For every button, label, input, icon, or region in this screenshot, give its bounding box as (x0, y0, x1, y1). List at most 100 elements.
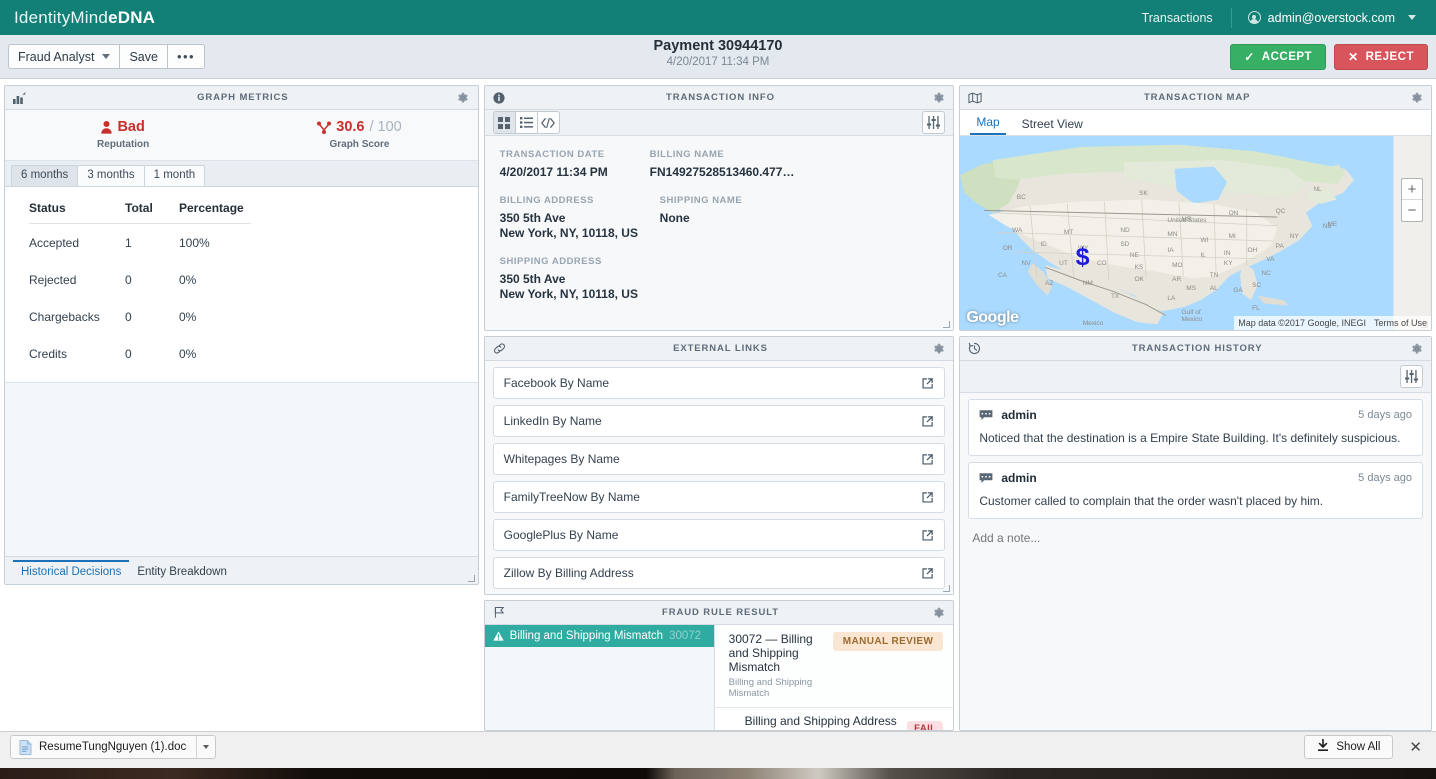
reject-button-label: REJECT (1365, 50, 1414, 63)
map-region-label: NY (1289, 233, 1299, 240)
tab-3-months[interactable]: 3 months (77, 165, 145, 186)
external-link-icon (921, 491, 934, 504)
role-selector-button[interactable]: Fraud Analyst (8, 44, 121, 69)
tab-map[interactable]: Map (970, 113, 1006, 135)
ellipsis-icon: ••• (176, 48, 196, 64)
table-row: Chargebacks 0 0% (29, 298, 251, 335)
field-value: FN14927528513460.477… (649, 165, 795, 180)
map-region-label: LA (1167, 295, 1176, 303)
cell-total: 0 (125, 347, 132, 361)
graph-score-max: / 100 (369, 119, 402, 135)
map-region-label: ON (1228, 209, 1239, 217)
cell-total: 0 (125, 273, 132, 287)
network-graph-icon (317, 121, 332, 134)
panel-title: GRAPH METRICS (197, 92, 289, 103)
external-link-familytreenow[interactable]: FamilyTreeNow By Name (492, 481, 946, 513)
show-all-downloads-button[interactable]: Show All (1304, 735, 1394, 759)
map-region-label: KY (1223, 260, 1233, 268)
external-link-googleplus[interactable]: GooglePlus By Name (492, 519, 946, 551)
map-region-label: IL (1200, 252, 1206, 260)
save-button[interactable]: Save (119, 44, 168, 69)
role-selector-label: Fraud Analyst (18, 49, 95, 64)
external-link-whitepages[interactable]: Whitepages By Name (492, 443, 946, 475)
terms-of-use-link[interactable]: Terms of Use (1369, 316, 1431, 330)
close-download-bar-button[interactable]: ✕ (1405, 738, 1426, 756)
map-region-label: AL (1209, 285, 1218, 293)
fraud-subrule-row: Billing and Shipping Address Match FAIL (715, 708, 954, 730)
external-link-icon (921, 567, 934, 580)
show-all-label: Show All (1336, 741, 1381, 753)
cell-status: Accepted (29, 236, 80, 250)
map-region-label: QC (1275, 207, 1286, 215)
cell-total: 0 (125, 310, 132, 324)
google-logo: Google (966, 309, 1019, 326)
comment-icon (979, 409, 993, 421)
table-header-row: Status Total Percentage (29, 201, 251, 224)
tab-historical-decisions[interactable]: Historical Decisions (13, 560, 130, 584)
gear-icon[interactable] (932, 91, 945, 104)
gear-icon[interactable] (932, 342, 945, 355)
tab-street-view[interactable]: Street View (1016, 115, 1089, 135)
grid-view-button[interactable] (492, 111, 516, 135)
field-label: TRANSACTION DATE (499, 149, 605, 161)
map-region-label: MI (1228, 233, 1236, 240)
nav-link-transactions[interactable]: Transactions (1124, 11, 1231, 25)
fraud-rule-list-item-label: Billing and Shipping Mismatch (509, 630, 664, 642)
external-link-linkedin[interactable]: LinkedIn By Name (492, 405, 946, 437)
reject-button[interactable]: ✕ REJECT (1334, 43, 1428, 70)
filter-settings-button[interactable] (1400, 365, 1423, 388)
external-link-facebook[interactable]: Facebook By Name (492, 367, 946, 399)
cell-percentage: 0% (179, 310, 197, 324)
zoom-in-button[interactable]: + (1402, 179, 1422, 200)
tab-6-months[interactable]: 6 months (11, 165, 79, 186)
gear-icon[interactable] (1410, 91, 1423, 104)
user-avatar-icon (1247, 11, 1261, 24)
graph-score-label: Graph Score (329, 139, 390, 150)
zoom-out-button[interactable]: − (1402, 200, 1422, 221)
user-email-label: admin@overstock.com (1267, 10, 1395, 25)
comment-icon (979, 472, 993, 484)
more-options-button[interactable]: ••• (166, 44, 206, 69)
download-item[interactable]: ResumeTungNguyen (1).doc (10, 735, 217, 759)
transaction-map-panel: TRANSACTION MAP Map Street View $ + − Go… (959, 85, 1432, 331)
list-view-button[interactable] (514, 111, 538, 135)
external-links-panel: EXTERNAL LINKS Facebook By Name LinkedIn… (483, 336, 955, 595)
accept-button[interactable]: ✓ ACCEPT (1230, 43, 1327, 70)
map-region-label: NC (1261, 269, 1271, 277)
fraud-rule-subtitle: Billing and Shipping Mismatch (728, 677, 813, 699)
filter-settings-button[interactable] (922, 111, 946, 135)
table-row: Rejected 0 0% (29, 261, 251, 298)
gear-icon[interactable] (1410, 342, 1423, 355)
reputation-metric: Bad Reputation (5, 119, 241, 150)
add-note-input[interactable] (968, 525, 1423, 552)
user-menu[interactable]: admin@overstock.com (1232, 11, 1422, 25)
info-icon (493, 91, 509, 104)
map-region-label: Gulf of (1181, 308, 1201, 316)
gear-icon[interactable] (457, 91, 470, 104)
chevron-down-icon (1408, 15, 1416, 20)
cell-status: Rejected (29, 273, 77, 287)
download-file-name: ResumeTungNguyen (1).doc (39, 741, 187, 753)
fraud-rule-list-item-code: 30072 (669, 630, 702, 642)
cell-percentage: 0% (179, 347, 197, 361)
tab-1-month[interactable]: 1 month (143, 165, 206, 186)
cell-status: Credits (29, 347, 68, 361)
transaction-location-marker: $ (1075, 242, 1090, 271)
map-region-label: MN (1167, 231, 1178, 239)
workspace: GRAPH METRICS Bad Reputation 30.6 / 100 … (0, 80, 1436, 731)
code-view-button[interactable] (536, 111, 560, 135)
map-region-label: NM (1082, 279, 1093, 287)
external-links-header: EXTERNAL LINKS (484, 337, 954, 361)
map-region-label: SD (1120, 240, 1130, 248)
download-options-button[interactable] (197, 745, 215, 749)
tab-entity-breakdown[interactable]: Entity Breakdown (129, 562, 235, 584)
transaction-info-body: TRANSACTION DATE 4/20/2017 11:34 PM BILL… (484, 136, 954, 330)
gear-icon[interactable] (932, 606, 945, 619)
map-region-label: AR (1172, 275, 1182, 283)
background-window-strip (0, 762, 1436, 779)
cell-percentage: 0% (179, 273, 197, 287)
map-viewport[interactable]: $ + − Google Map data ©2017 Google, INEG… (960, 136, 1431, 330)
fraud-rule-list-item-selected[interactable]: Billing and Shipping Mismatch 30072 (484, 625, 714, 647)
fraud-rule-result-header: FRAUD RULE RESULT (484, 601, 954, 625)
external-link-zillow[interactable]: Zillow By Billing Address (492, 557, 946, 589)
